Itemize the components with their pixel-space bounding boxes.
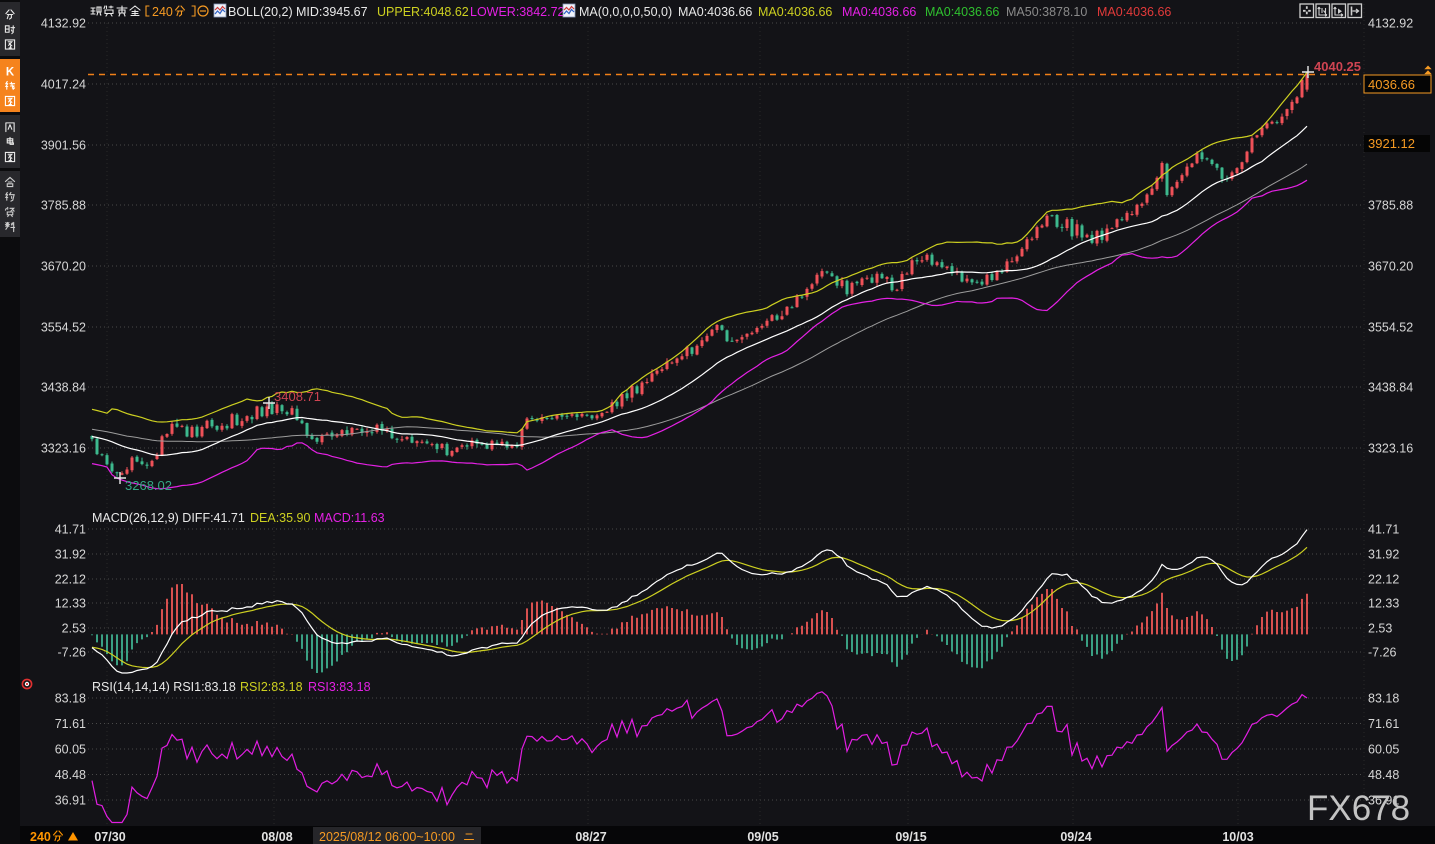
svg-text:RSI(14,14,14) RSI1:83.18: RSI(14,14,14) RSI1:83.18 bbox=[92, 680, 236, 694]
svg-text:48.48: 48.48 bbox=[1368, 768, 1399, 782]
svg-text:BOLL(20,2): BOLL(20,2) bbox=[228, 5, 293, 19]
svg-text:UPPER:4048.62: UPPER:4048.62 bbox=[377, 5, 469, 19]
svg-text:MACD(26,12,9) DIFF:41.71: MACD(26,12,9) DIFF:41.71 bbox=[92, 511, 245, 525]
svg-text:08/08: 08/08 bbox=[261, 830, 292, 844]
svg-text:K: K bbox=[6, 67, 15, 79]
svg-text:MA(0,0,0,0,50,0): MA(0,0,0,0,50,0) bbox=[579, 5, 672, 19]
svg-text:41.71: 41.71 bbox=[1368, 523, 1399, 537]
svg-text:3554.52: 3554.52 bbox=[41, 321, 86, 335]
svg-text:MACD:11.63: MACD:11.63 bbox=[314, 511, 385, 525]
svg-text:FX678: FX678 bbox=[1307, 789, 1410, 828]
svg-text:240: 240 bbox=[152, 5, 173, 19]
svg-text:MA0:4036.66: MA0:4036.66 bbox=[842, 5, 916, 19]
svg-text:71.61: 71.61 bbox=[55, 717, 86, 731]
svg-text:LOWER:3842.72: LOWER:3842.72 bbox=[470, 5, 565, 19]
svg-text:10/03: 10/03 bbox=[1222, 830, 1253, 844]
svg-text:240: 240 bbox=[30, 830, 51, 844]
svg-text:3438.84: 3438.84 bbox=[1368, 381, 1413, 395]
svg-text:4040.25: 4040.25 bbox=[1314, 59, 1361, 74]
svg-text:4017.24: 4017.24 bbox=[41, 78, 86, 92]
svg-text:60.05: 60.05 bbox=[55, 743, 86, 757]
svg-text:22.12: 22.12 bbox=[1368, 573, 1399, 587]
svg-text:3670.20: 3670.20 bbox=[41, 260, 86, 274]
svg-text:3408.71: 3408.71 bbox=[274, 389, 321, 404]
svg-text:60.05: 60.05 bbox=[1368, 743, 1399, 757]
svg-text:MA50:3878.10: MA50:3878.10 bbox=[1006, 5, 1087, 19]
svg-text:4036.66: 4036.66 bbox=[1368, 77, 1415, 92]
svg-text:RSI3:83.18: RSI3:83.18 bbox=[308, 680, 371, 694]
svg-text:31.92: 31.92 bbox=[1368, 548, 1399, 562]
svg-text:MA0:4036.66: MA0:4036.66 bbox=[678, 5, 752, 19]
svg-text:3554.52: 3554.52 bbox=[1368, 321, 1413, 335]
svg-text:71.61: 71.61 bbox=[1368, 717, 1399, 731]
svg-text:3785.88: 3785.88 bbox=[1368, 199, 1413, 213]
svg-text:MA0:4036.66: MA0:4036.66 bbox=[1097, 5, 1171, 19]
svg-text:12.33: 12.33 bbox=[55, 597, 86, 611]
svg-text:36.91: 36.91 bbox=[55, 794, 86, 808]
svg-text:DEA:35.90: DEA:35.90 bbox=[250, 511, 311, 525]
svg-text:MID:3945.67: MID:3945.67 bbox=[296, 5, 368, 19]
svg-text:83.18: 83.18 bbox=[55, 692, 86, 706]
svg-text:31.92: 31.92 bbox=[55, 548, 86, 562]
svg-text:4132.92: 4132.92 bbox=[41, 17, 86, 31]
svg-text:22.12: 22.12 bbox=[55, 573, 86, 587]
svg-text:3921.12: 3921.12 bbox=[1368, 136, 1415, 151]
svg-text:3901.56: 3901.56 bbox=[41, 139, 86, 153]
svg-text:09/05: 09/05 bbox=[747, 830, 778, 844]
svg-text:48.48: 48.48 bbox=[55, 768, 86, 782]
svg-text:2025/08/12 06:00~10:00: 2025/08/12 06:00~10:00 bbox=[319, 830, 455, 844]
svg-text:MA0:4036.66: MA0:4036.66 bbox=[758, 5, 832, 19]
svg-text:3438.84: 3438.84 bbox=[41, 381, 86, 395]
svg-text:3323.16: 3323.16 bbox=[1368, 442, 1413, 456]
svg-text:08/27: 08/27 bbox=[575, 830, 606, 844]
svg-text:09/15: 09/15 bbox=[895, 830, 926, 844]
svg-text:41.71: 41.71 bbox=[55, 523, 86, 537]
svg-text:-7.26: -7.26 bbox=[58, 646, 87, 660]
svg-text:09/24: 09/24 bbox=[1060, 830, 1091, 844]
svg-text:3268.02: 3268.02 bbox=[125, 478, 172, 493]
svg-text:-7.26: -7.26 bbox=[1368, 646, 1397, 660]
svg-text:3323.16: 3323.16 bbox=[41, 442, 86, 456]
svg-text:83.18: 83.18 bbox=[1368, 692, 1399, 706]
svg-text:3785.88: 3785.88 bbox=[41, 199, 86, 213]
svg-text:RSI2:83.18: RSI2:83.18 bbox=[240, 680, 303, 694]
svg-text:MA0:4036.66: MA0:4036.66 bbox=[925, 5, 999, 19]
svg-text:07/30: 07/30 bbox=[94, 830, 125, 844]
svg-text:2.53: 2.53 bbox=[62, 622, 86, 636]
svg-text:4132.92: 4132.92 bbox=[1368, 17, 1413, 31]
svg-text:2.53: 2.53 bbox=[1368, 622, 1392, 636]
svg-text:12.33: 12.33 bbox=[1368, 597, 1399, 611]
svg-text:3670.20: 3670.20 bbox=[1368, 260, 1413, 274]
